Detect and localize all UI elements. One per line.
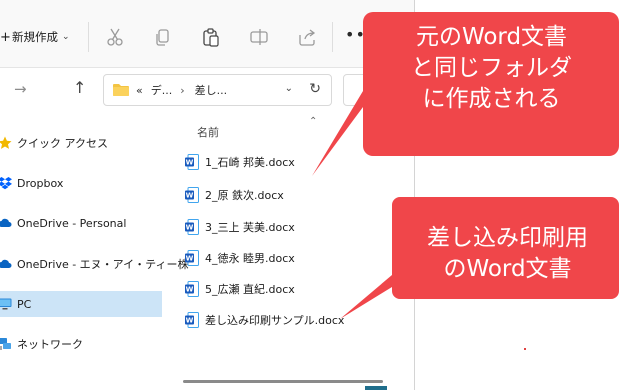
- dropbox-icon: [0, 177, 12, 190]
- marker-dot: [524, 348, 526, 350]
- address-bar[interactable]: « デ... › 差し... ⌄ ↻: [103, 74, 332, 106]
- column-header-name[interactable]: 名前: [197, 124, 219, 140]
- file-name: 3_三上 芙美.docx: [205, 221, 295, 234]
- word-doc-icon: W: [185, 312, 199, 328]
- scrollbar-end-marker: [365, 386, 387, 390]
- svg-text:W: W: [186, 255, 194, 263]
- breadcrumb-desktop[interactable]: デ...: [151, 82, 173, 98]
- file-row[interactable]: W 1_石崎 邦美.docx: [185, 152, 295, 172]
- new-button-label: 新規作成: [12, 30, 58, 44]
- callout-top-line-1: 元のWord文書: [415, 24, 568, 50]
- word-doc-icon: W: [185, 250, 199, 266]
- paste-icon[interactable]: [200, 26, 222, 48]
- sidebar-item-onedrive-personal[interactable]: OneDrive - Personal: [0, 210, 162, 236]
- svg-text:W: W: [186, 286, 194, 294]
- svg-text:W: W: [186, 192, 194, 200]
- cloud-icon: [0, 218, 12, 227]
- sidebar-item-label: PC: [17, 297, 32, 311]
- cloud-icon: [0, 259, 12, 268]
- sidebar-item-label: クイック アクセス: [17, 137, 108, 150]
- sidebar-item-label: Dropbox: [17, 176, 64, 190]
- breadcrumb-separator-icon: ›: [180, 83, 185, 97]
- callout-bottom-text: 差し込み印刷用 のWord文書: [395, 223, 620, 285]
- file-name: 1_石崎 邦美.docx: [205, 156, 295, 169]
- word-doc-icon: W: [185, 154, 199, 170]
- file-name: 4_徳永 睦男.docx: [205, 252, 295, 265]
- callout-top-text: 元のWord文書 と同じフォルダ に作成される: [364, 22, 619, 115]
- svg-text:W: W: [186, 159, 194, 167]
- chevron-down-icon: ⌄: [62, 32, 70, 42]
- folder-icon: [113, 84, 129, 96]
- new-button[interactable]: + 新規作成 ⌄: [0, 26, 70, 48]
- callout-bottom-line-1: 差し込み印刷用: [427, 225, 588, 251]
- plus-icon: +: [0, 29, 11, 45]
- file-row[interactable]: W 3_三上 芙美.docx: [185, 217, 295, 237]
- file-row[interactable]: W 5_広瀬 直紀.docx: [185, 279, 295, 299]
- sidebar-item-label: ネットワーク: [17, 338, 83, 351]
- sidebar-item-quick-access[interactable]: クイック アクセス: [0, 130, 162, 156]
- svg-text:W: W: [186, 224, 194, 232]
- forward-arrow-icon[interactable]: →: [14, 80, 27, 98]
- breadcrumb-overflow[interactable]: «: [136, 84, 143, 97]
- network-icon: [0, 338, 11, 350]
- sidebar-item-label: OneDrive - Personal: [17, 216, 127, 230]
- callout-bottom-line-2: のWord文書: [443, 256, 572, 282]
- cut-icon[interactable]: [104, 26, 126, 48]
- sidebar-item-label: OneDrive - エヌ・アイ・ティー株: [17, 258, 189, 271]
- sidebar-item-onedrive-business[interactable]: OneDrive - エヌ・アイ・ティー株: [0, 251, 188, 277]
- callout-top-line-3: に作成される: [422, 86, 561, 112]
- file-row[interactable]: W 4_徳永 睦男.docx: [185, 248, 295, 268]
- horizontal-scrollbar[interactable]: [183, 380, 383, 383]
- callout-top-line-2: と同じフォルダ: [411, 55, 572, 81]
- toolbar-divider: [88, 22, 89, 52]
- star-icon: [0, 136, 12, 149]
- sidebar-item-dropbox[interactable]: Dropbox: [0, 170, 162, 196]
- file-name: 差し込み印刷サンプル.docx: [205, 314, 345, 327]
- word-doc-icon: W: [185, 219, 199, 235]
- sidebar-item-network[interactable]: ネットワーク: [0, 331, 162, 357]
- up-arrow-icon[interactable]: ↑: [73, 78, 86, 97]
- breadcrumb-current[interactable]: 差し...: [195, 82, 228, 98]
- file-row[interactable]: W 2_原 鉄次.docx: [185, 185, 284, 205]
- file-row[interactable]: W 差し込み印刷サンプル.docx: [185, 310, 344, 330]
- rename-icon[interactable]: [248, 26, 270, 48]
- sidebar-item-pc[interactable]: PC: [0, 291, 162, 317]
- navigation-pane: クイック アクセス Dropbox OneDrive - Personal On…: [0, 112, 188, 390]
- chevron-down-icon[interactable]: ⌄: [285, 83, 293, 94]
- file-name: 5_広瀬 直紀.docx: [205, 283, 295, 296]
- file-name: 2_原 鉄次.docx: [205, 189, 284, 202]
- pc-icon: [0, 298, 12, 310]
- word-doc-icon: W: [185, 187, 199, 203]
- word-doc-icon: W: [185, 281, 199, 297]
- svg-text:W: W: [186, 317, 194, 325]
- copy-icon[interactable]: [152, 26, 174, 48]
